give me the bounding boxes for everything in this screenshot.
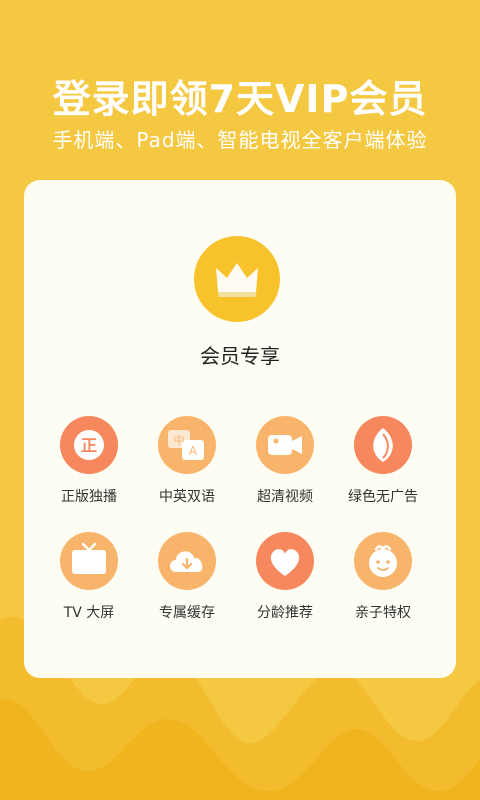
feature-label: 超清视频 bbox=[257, 489, 313, 505]
crown-badge bbox=[194, 236, 280, 322]
feature-label: 分龄推荐 bbox=[257, 605, 313, 621]
feature-zhengban: 正 正版独播 bbox=[34, 416, 144, 506]
leaf-icon bbox=[354, 416, 412, 474]
baby-face-icon bbox=[354, 532, 412, 590]
bilingual-glyph-en: A bbox=[189, 444, 198, 458]
video-camera-icon bbox=[256, 416, 314, 474]
feature-label: 绿色无广告 bbox=[348, 489, 418, 505]
zheng-glyph: 正 bbox=[81, 436, 97, 455]
feature-tv: TV 大屏 bbox=[34, 532, 144, 622]
feature-label: TV 大屏 bbox=[63, 605, 115, 621]
crown-icon bbox=[216, 263, 258, 297]
feature-label: 专属缓存 bbox=[159, 605, 215, 621]
feature-age-recommend: 分龄推荐 bbox=[230, 532, 340, 622]
zheng-badge-icon: 正 bbox=[60, 416, 118, 474]
tv-icon bbox=[60, 532, 118, 590]
promo-headline: 登录即领7天VIP会员 bbox=[52, 77, 428, 121]
feature-bilingual: 中 A 中英双语 bbox=[132, 416, 242, 506]
feature-label: 正版独播 bbox=[61, 489, 117, 505]
cloud-download-icon bbox=[158, 532, 216, 590]
bilingual-icon: 中 A bbox=[158, 416, 216, 474]
feature-download: 专属缓存 bbox=[132, 532, 242, 622]
bilingual-glyph-cn: 中 bbox=[174, 434, 185, 447]
feature-parent-child: 亲子特权 bbox=[328, 532, 438, 622]
member-title: 会员专享 bbox=[200, 344, 280, 368]
feature-label: 中英双语 bbox=[159, 489, 215, 505]
heart-icon bbox=[256, 532, 314, 590]
feature-no-ads: 绿色无广告 bbox=[328, 416, 438, 506]
promo-subline: 手机端、Pad端、智能电视全客户端体验 bbox=[52, 128, 428, 152]
feature-label: 亲子特权 bbox=[355, 605, 411, 621]
feature-hd-video: 超清视频 bbox=[230, 416, 340, 506]
